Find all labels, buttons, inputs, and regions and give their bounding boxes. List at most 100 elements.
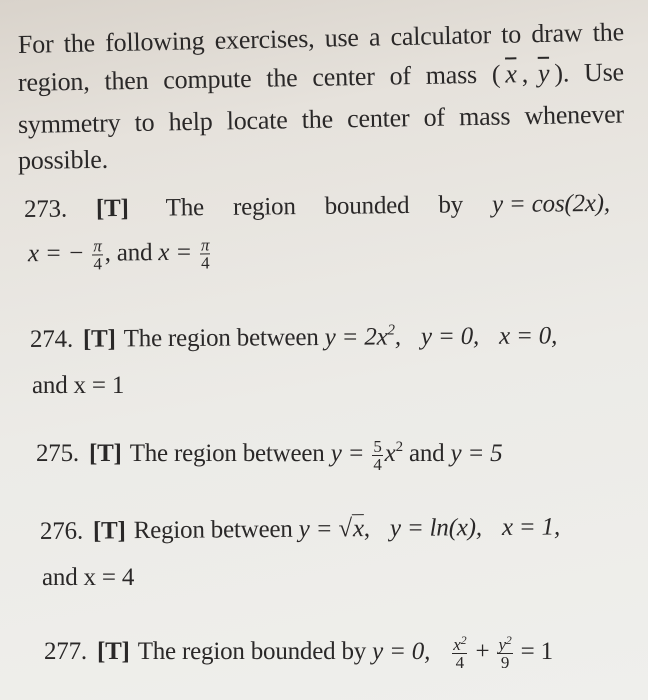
fraction: π4 <box>199 235 211 273</box>
exercise-276-line-2: and x = 4 <box>42 564 135 591</box>
numerator: π <box>92 236 103 256</box>
equation: x = 1, <box>501 513 561 541</box>
word: the <box>592 17 625 47</box>
equation: x = <box>158 238 199 267</box>
equation: y = 0, <box>372 638 431 666</box>
word: exercises, <box>214 23 315 55</box>
word: calculator <box>390 20 492 52</box>
text: , and <box>104 239 159 267</box>
word: whenever <box>524 99 625 131</box>
word: the <box>63 28 96 59</box>
text: The region bounded by <box>137 638 367 666</box>
technology-tag: [T] <box>82 325 116 353</box>
word: mass <box>458 101 511 132</box>
text: Region between <box>133 515 293 545</box>
exercise-number: 273. <box>23 195 68 223</box>
plus-sign: + <box>475 638 490 666</box>
denominator: 4 <box>93 254 102 274</box>
text: The region between <box>129 440 325 468</box>
technology-tag: [T] <box>92 517 126 545</box>
exercise-276-line-1: 276. [T] Region between y = √x, y = ln(x),… <box>40 513 560 546</box>
exercise-274-line-1: 274. [T] The region between y = 2x2, y = 0… <box>30 322 557 354</box>
word: center <box>346 103 410 134</box>
word: symmetry <box>17 108 121 139</box>
numerator: x2 <box>452 633 468 654</box>
denominator: 4 <box>201 253 210 273</box>
text: The region between <box>123 323 319 353</box>
intro-line-2: region, then compute the center of mass … <box>18 57 624 98</box>
denominator: 4 <box>373 455 382 474</box>
exercise-number: 276. <box>39 517 84 545</box>
exercise-274-line-2: and x = 1 <box>32 372 125 399</box>
technology-tag: [T] <box>88 440 122 468</box>
fraction: x2 4 <box>452 633 468 672</box>
equation: y = 5 <box>450 440 503 468</box>
equation: y = cos(2x), <box>491 189 611 219</box>
text: and <box>402 440 451 468</box>
word: to <box>500 19 522 49</box>
exponent: 2 <box>387 322 395 339</box>
word: Use <box>583 57 625 88</box>
word: the <box>266 63 298 93</box>
exercise-number: 274. <box>29 325 74 353</box>
textbook-page: For the following exercises, use a calcu… <box>0 0 648 700</box>
word: by <box>438 191 464 219</box>
word: of <box>423 102 446 132</box>
numerator: 5 <box>372 437 383 456</box>
word: then <box>104 65 149 96</box>
word: mass <box>425 59 478 90</box>
comma: , <box>363 515 370 543</box>
exercise-number: 275. <box>36 440 79 468</box>
word: region <box>232 193 296 221</box>
word: of <box>389 61 412 91</box>
equation: = 1 <box>520 638 553 666</box>
intro-line-4: possible. <box>17 144 109 175</box>
fraction: 54 <box>372 437 383 474</box>
technology-tag: [T] <box>96 638 130 666</box>
denominator: 9 <box>500 653 510 672</box>
x-bar: x <box>505 59 517 89</box>
denominator: 4 <box>455 653 465 672</box>
intro-line-1: For the following exercises, use a calcu… <box>18 17 624 60</box>
exercise-273-line-2: x = − π4, and x = π4 <box>27 235 213 274</box>
word: help <box>168 106 213 137</box>
word: following <box>104 26 205 58</box>
word: a <box>368 22 381 52</box>
equation: y = 0, <box>420 322 480 351</box>
word: draw <box>530 18 583 49</box>
numerator: π <box>199 235 211 255</box>
numerator: y2 <box>497 634 513 654</box>
equation: x = − <box>27 239 85 268</box>
square-root: √x <box>338 514 364 543</box>
exercise-number: 277. <box>44 638 87 666</box>
word: The <box>165 194 205 222</box>
word: use <box>324 22 360 53</box>
exercise-275: 275. [T] The region between y = 5 4 x2 and y… <box>36 437 503 474</box>
y-bar: y <box>537 58 550 88</box>
eq-base: y = 2x <box>324 323 388 351</box>
word: center <box>312 61 375 92</box>
exponent: 2 <box>395 439 404 456</box>
variable: x <box>453 635 461 654</box>
word: locate <box>226 105 288 136</box>
word: bounded <box>324 191 410 220</box>
exercise-277: 277. [T] The region bounded by y = 0, x2 4 … <box>44 633 553 672</box>
word: to <box>134 107 155 137</box>
word: compute <box>163 63 252 95</box>
word: For <box>17 29 54 59</box>
exponent: 2 <box>460 633 467 647</box>
radicand: x <box>351 514 364 543</box>
variable: y <box>498 635 506 654</box>
technology-tag: [T] <box>95 194 129 223</box>
word: the <box>301 104 334 135</box>
word: region, <box>17 66 90 97</box>
fraction: π4 <box>92 236 103 274</box>
intro-line-3: symmetry to help locate the center of ma… <box>18 99 624 140</box>
equation: y = <box>298 515 339 543</box>
radical-sign: √ <box>338 515 353 543</box>
equation: x = 0, <box>498 322 558 350</box>
comma: , <box>394 323 402 351</box>
equation: y = <box>330 440 371 468</box>
fraction: y2 9 <box>497 634 513 672</box>
center-of-mass-notation: ( x , y ). <box>491 58 570 89</box>
